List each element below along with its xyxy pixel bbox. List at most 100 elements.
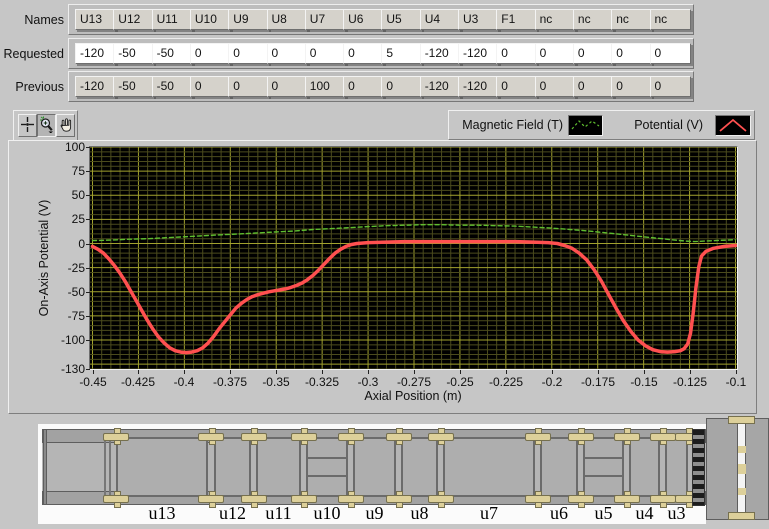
io-cell-requested-0[interactable]: -120 [75, 43, 116, 64]
io-cell-requested-7[interactable]: 0 [343, 43, 385, 64]
io-cell-requested-9[interactable]: -120 [419, 43, 461, 64]
screw-bottom-4 [337, 495, 364, 503]
plot-area[interactable] [89, 146, 738, 370]
dashed-line-sample-icon [571, 120, 600, 130]
segment-line [308, 475, 346, 477]
io-cell-requested-6[interactable]: 0 [304, 43, 346, 64]
cursor-tool-button[interactable] [18, 114, 37, 137]
io-cell-previous-10: -120 [458, 76, 499, 97]
electrode-label-u3: u3 [667, 503, 686, 523]
x-tick-10 [552, 370, 553, 374]
y-tick-label-9: -130 [60, 362, 85, 376]
segment-line [585, 475, 622, 477]
x-tick-12 [644, 370, 645, 374]
legend-sample-potential[interactable] [715, 115, 751, 136]
screw-bottom-7 [524, 495, 551, 503]
y-axis-title: On-Axis Potential (V) [37, 199, 51, 317]
io-cell-requested-1[interactable]: -50 [113, 43, 155, 64]
io-cell-requested-5[interactable]: 0 [266, 43, 308, 64]
io-cell-previous-6: 100 [304, 76, 346, 97]
zoom-tool-button[interactable] [37, 114, 56, 137]
electrode-u8 [401, 437, 438, 497]
electrode-u13 [116, 437, 208, 497]
x-tick-label-14: -0.1 [725, 375, 747, 389]
screw-top-7 [524, 433, 551, 441]
y-tick-6 [86, 292, 90, 293]
y-tick-0 [86, 147, 90, 148]
io-cell-names-8: U5 [381, 9, 423, 30]
requested-row-label: Requested [3, 47, 64, 61]
io-cell-requested-13[interactable]: 0 [572, 43, 614, 64]
io-cell-requested-14[interactable]: 0 [611, 43, 653, 64]
io-cell-requested-10[interactable]: -120 [458, 43, 499, 64]
y-tick-label-0: 100 [64, 140, 85, 154]
segment-line [585, 457, 622, 459]
electrode-voltage-panel: Names Requested Previous U13 U12 U11 U10 U9 U… [0, 0, 769, 529]
io-cell-previous-0: -120 [75, 76, 116, 97]
screw-top-8 [567, 433, 594, 441]
right-clamp-top [728, 416, 755, 424]
graph-palette [13, 110, 78, 141]
screw-bottom-3 [290, 495, 317, 503]
io-row-requested: -120 -50 -50 0 0 0 0 0 5 -120 -120 0 0 0 0 0 [68, 38, 694, 69]
io-cell-requested-3[interactable]: 0 [189, 43, 231, 64]
io-cell-previous-15: 0 [649, 76, 691, 97]
x-tick-14 [736, 370, 737, 374]
io-cell-requested-12[interactable]: 0 [534, 43, 576, 64]
y-tick-8 [86, 340, 90, 341]
io-cell-names-11: F1 [496, 9, 538, 30]
io-cell-names-9: U4 [419, 9, 461, 30]
screw-bottom-8 [567, 495, 594, 503]
y-tick-4 [86, 244, 90, 245]
io-cell-previous-13: 0 [572, 76, 614, 97]
io-cell-requested-8[interactable]: 5 [381, 43, 423, 64]
legend-label-potential: Potential (V) [634, 118, 703, 132]
io-cell-previous-1: -50 [113, 76, 155, 97]
x-tick-9 [506, 370, 507, 374]
y-tick-9 [86, 369, 90, 370]
x-tick-label-11: -0.175 [580, 375, 616, 389]
screw-bottom-10 [649, 495, 676, 503]
x-tick-label-7: -0.275 [396, 375, 432, 389]
io-cell-previous-14: 0 [611, 76, 653, 97]
end-divider-2 [109, 433, 111, 501]
solid-line-sample-icon [719, 118, 747, 132]
x-tick-label-13: -0.125 [672, 375, 708, 389]
electrode-u6 [540, 437, 578, 497]
io-cell-requested-15[interactable]: 0 [649, 43, 691, 64]
io-cell-names-15: nc [649, 9, 691, 30]
io-cell-names-3: U10 [189, 9, 231, 30]
screw-bottom-2 [240, 495, 267, 503]
electrode-u9 [353, 437, 396, 497]
potential-field-chart [90, 146, 738, 370]
electrode-u7 [443, 437, 535, 497]
y-tick-1 [86, 171, 90, 172]
io-cell-requested-2[interactable]: -50 [151, 43, 193, 64]
screw-bottom-1 [198, 495, 224, 503]
io-cell-names-4: U9 [228, 9, 270, 30]
electrode-u11 [256, 437, 301, 497]
x-tick-label-3: -0.375 [212, 375, 248, 389]
io-cell-previous-9: -120 [419, 76, 461, 97]
x-tick-4 [276, 370, 277, 374]
pan-hand-icon [60, 117, 72, 132]
x-tick-label-8: -0.25 [446, 375, 474, 389]
x-tick-8 [460, 370, 461, 374]
zoom-magnifier-icon [40, 116, 53, 133]
io-cell-previous-4: 0 [228, 76, 270, 97]
pan-tool-button[interactable] [56, 114, 75, 137]
x-tick-label-1: -0.425 [120, 375, 156, 389]
io-cell-requested-11[interactable]: 0 [496, 43, 538, 64]
y-tick-3 [86, 219, 90, 220]
legend-sample-magnetic-field[interactable] [568, 115, 603, 136]
x-tick-1 [138, 370, 139, 374]
slot-nub-2 [738, 464, 746, 474]
end-divider-1 [104, 433, 106, 501]
io-cell-names-14: nc [611, 9, 653, 30]
io-cell-names-2: U11 [151, 9, 193, 30]
slot-nub-3 [738, 488, 746, 495]
legend-label-magnetic-field: Magnetic Field (T) [462, 118, 563, 132]
io-cell-requested-4[interactable]: 0 [228, 43, 270, 64]
io-cell-names-6: U7 [304, 9, 346, 30]
screw-top-3 [290, 433, 317, 441]
